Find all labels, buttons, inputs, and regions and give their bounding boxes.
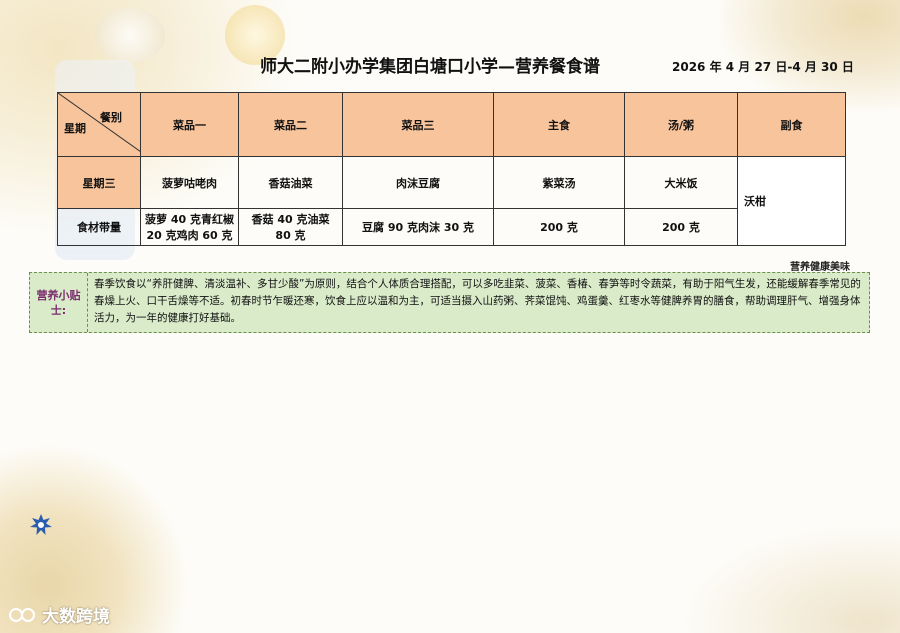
header-dish-2: 菜品二 [238, 92, 343, 157]
header-staple: 主食 [493, 92, 625, 157]
date-range: 2026 年 4 月 27 日-4 月 30 日 [672, 60, 854, 74]
menu-table: 餐别 星期 菜品一 菜品二 菜品三 主食 汤/粥 副食 星期三 菠萝咕咾肉 香菇… [57, 92, 846, 246]
table-cell: 大米饭 [624, 156, 738, 209]
table-cell: 肉沫豆腐 [342, 156, 494, 209]
table-header-row: 餐别 星期 菜品一 菜品二 菜品三 主食 汤/粥 副食 [57, 92, 846, 157]
healthy-food-link[interactable]: 营养健康美味 [790, 258, 850, 273]
header-side-dish: 副食 [737, 92, 846, 157]
watermark-text: 大数跨境 [42, 607, 110, 627]
star-badge-icon [30, 514, 52, 535]
table-cell: 紫菜汤 [493, 156, 625, 209]
table-cell: 香菇 40 克油菜 80 克 [238, 208, 343, 246]
table-cell: 菠萝咕咾肉 [140, 156, 239, 209]
nutrition-tips-box: 营养小贴士: 春季饮食以“养肝健脾、清淡温补、多甘少酸”为原则，结合个人体质合理… [29, 272, 870, 333]
table-cell: 200 克 [493, 208, 625, 246]
watermark: 大数跨境 [8, 602, 110, 627]
header-dish-3: 菜品三 [342, 92, 494, 157]
background-plate-decoration [95, 8, 165, 63]
row-label-weekday: 星期三 [57, 156, 141, 209]
table-corner-cell: 餐别 星期 [57, 92, 141, 157]
table-cell: 香菇油菜 [238, 156, 343, 209]
header-dish-1: 菜品一 [140, 92, 239, 157]
corner-label-weekday: 星期 [64, 122, 86, 135]
table-cell: 豆腐 90 克肉沫 30 克 [342, 208, 494, 246]
table-cell: 200 克 [624, 208, 738, 246]
tips-text: 春季饮食以“养肝健脾、清淡温补、多甘少酸”为原则，结合个人体质合理搭配，可以多吃… [94, 278, 861, 324]
table-row: 食材带量 菠萝 40 克青红椒 20 克鸡肉 60 克 香菇 40 克油菜 80… [57, 208, 846, 246]
tips-label: 营养小贴士: [30, 273, 88, 332]
table-row: 星期三 菠萝咕咾肉 香菇油菜 肉沫豆腐 紫菜汤 大米饭 沃柑 [57, 156, 846, 246]
header-soup: 汤/粥 [624, 92, 738, 157]
side-dish-cell: 沃柑 [737, 156, 846, 246]
background-corner-decoration [680, 523, 900, 633]
corner-label-meal: 餐别 [100, 111, 122, 124]
watermark-logo-icon [9, 607, 35, 622]
table-cell: 菠萝 40 克青红椒 20 克鸡肉 60 克 [140, 208, 239, 246]
page-title: 师大二附小办学集团白塘口小学—营养餐食谱 [260, 57, 600, 77]
row-label-ingredients: 食材带量 [57, 208, 141, 246]
